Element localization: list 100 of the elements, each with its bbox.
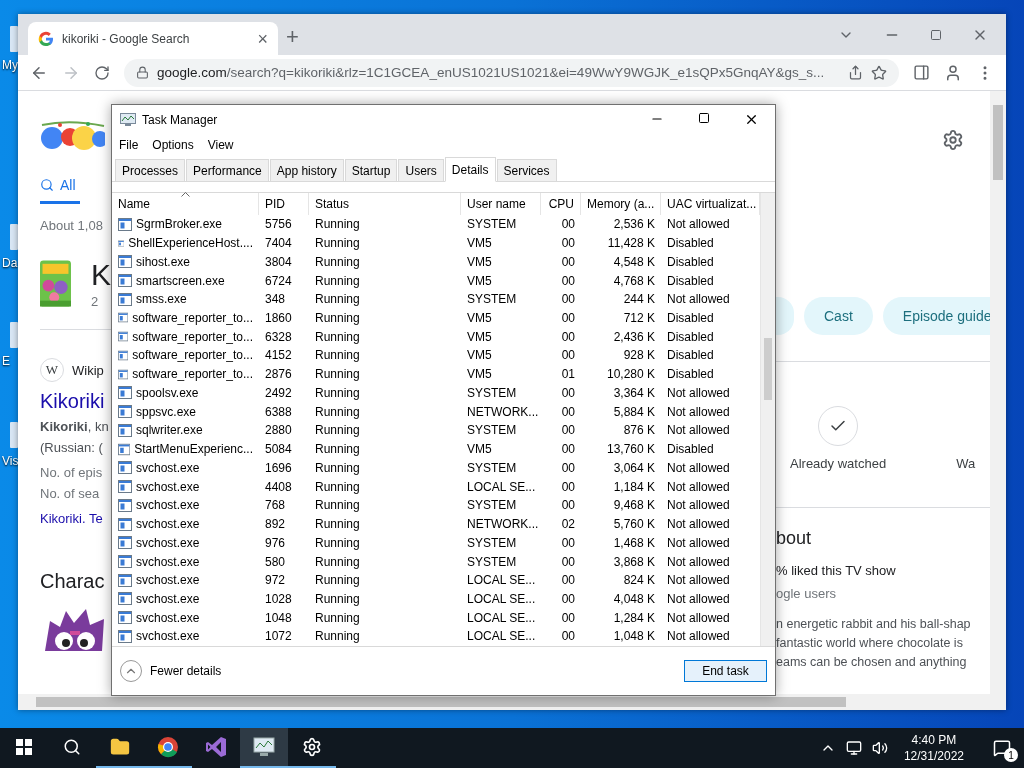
table-cell-text: LOCAL SE... (466, 479, 537, 494)
desktop-icon-label[interactable]: Vis (2, 454, 19, 468)
table-cell-text: 976 (264, 535, 287, 550)
table-cell-text: Not allowed (666, 517, 731, 532)
table-cell-text: 3,064 K (612, 460, 656, 475)
table-cell-text: 1,184 K (612, 479, 656, 494)
table-cell-text: Not allowed (666, 217, 731, 232)
more-link[interactable]: Kikoriki. Te (40, 511, 111, 526)
table-cell: software_reporter_to... (112, 329, 259, 344)
maximize-icon[interactable] (698, 112, 710, 124)
table-cell-text: Running (314, 573, 361, 588)
search-icon (40, 178, 54, 192)
close-icon[interactable] (744, 112, 759, 127)
fewer-details-link[interactable]: Fewer details (150, 664, 222, 678)
star-icon[interactable] (871, 64, 887, 81)
end-task-button[interactable]: End task (684, 660, 767, 682)
tab[interactable]: Services (496, 159, 557, 181)
table-cell-text: 6328 (264, 329, 293, 344)
message-icon (993, 739, 1011, 757)
result-link[interactable]: Kikoriki (40, 390, 111, 413)
lock-icon (136, 66, 149, 79)
table-cell-text: 1072 (264, 629, 293, 644)
table-cell-text: 1696 (264, 460, 293, 475)
table-cell-text: SYSTEM (466, 423, 518, 438)
table-cell-text: 00 (560, 348, 576, 363)
tab[interactable]: Startup (344, 159, 398, 181)
tab[interactable]: Processes (115, 159, 186, 181)
column-header[interactable]: Status (309, 193, 461, 215)
notifications-button[interactable]: 1 (980, 728, 1024, 768)
side-panel-icon[interactable] (913, 64, 930, 81)
column-header[interactable]: User name (461, 193, 541, 215)
share-icon[interactable] (848, 65, 863, 80)
reload-icon[interactable] (94, 64, 110, 81)
table-cell-text: Disabled (666, 310, 715, 325)
table-cell-text: 00 (560, 573, 576, 588)
new-tab-button[interactable]: + (286, 25, 299, 48)
address-bar[interactable]: google.com/search?q=kikoriki&rlz=1C1GCEA_enUS1021US1021&ei=49WwY9WGJK_e1sQPx5GnqAY&gs_s... (124, 58, 899, 87)
desktop-icon-label[interactable]: My (2, 58, 18, 72)
table-cell-text: 9,468 K (612, 498, 656, 513)
table-cell-text: SYSTEM (466, 554, 518, 569)
table-cell-text: Not allowed (666, 629, 731, 644)
table-cell-text: VM5 (466, 348, 493, 363)
table-cell-text: VM5 (466, 236, 493, 251)
tab[interactable]: App history (269, 159, 344, 181)
table-cell: svchost.exe (112, 460, 259, 475)
table-cell-text: 892 (264, 517, 287, 532)
table-cell-text: NETWORK... (466, 517, 540, 532)
column-header[interactable]: Memory (a... (581, 193, 661, 215)
table-cell: smartscreen.exe (112, 273, 259, 288)
exe-icon (118, 367, 129, 381)
table-cell-text: Not allowed (666, 554, 731, 569)
table-cell-text: SYSTEM (466, 217, 518, 232)
table-cell: smss.exe (112, 292, 259, 307)
table-cell-text: Not allowed (666, 423, 731, 438)
column-header[interactable]: CPU (541, 193, 581, 215)
profile-icon[interactable] (944, 63, 962, 82)
filter-chip[interactable]: Cast (804, 297, 873, 335)
menu-item[interactable]: View (207, 138, 234, 152)
column-header[interactable]: PID (259, 193, 309, 215)
menu-item[interactable]: File (119, 138, 139, 152)
table-cell-text: 4,548 K (612, 254, 656, 269)
desktop-icon-label[interactable]: E (2, 354, 10, 368)
table-cell-text: Not allowed (666, 535, 731, 550)
table-cell-text: Not allowed (666, 592, 731, 606)
table-cell-text: 1028 (264, 592, 293, 606)
exe-icon (118, 555, 132, 568)
table-cell: svchost.exe (112, 535, 259, 550)
settings-icon[interactable] (942, 129, 964, 151)
table-cell: sppsvc.exe (112, 404, 259, 419)
table-cell-text: 1,284 K (612, 610, 656, 625)
tab[interactable]: Users (398, 159, 444, 181)
tab-close-button[interactable]: × (257, 29, 268, 48)
desktop-icon-label[interactable]: Da (2, 256, 18, 270)
table-cell-text: 5084 (264, 442, 293, 457)
window-title: Task Manager (142, 112, 218, 127)
exe-icon (118, 461, 132, 475)
menu-item[interactable]: Options (152, 138, 194, 152)
table-cell-text: Not allowed (666, 404, 731, 419)
table-cell-text: VM5 (466, 329, 493, 344)
network-icon[interactable] (845, 740, 862, 756)
table-cell: sihost.exe (112, 254, 259, 269)
table-cell-text: SYSTEM (466, 535, 518, 550)
table-cell-text: 00 (560, 554, 576, 569)
browser-tab[interactable]: kikoriki - Google Search × (28, 22, 278, 55)
clock[interactable]: 4:40 PM 12/31/2022 (897, 732, 970, 764)
tab[interactable]: Details (444, 157, 496, 182)
table-cell-text: 00 (560, 610, 576, 625)
exe-icon (118, 480, 132, 494)
task-manager-icon[interactable] (240, 728, 288, 768)
table-cell: sqlwriter.exe (112, 423, 259, 438)
table-cell-text: 1048 (264, 610, 293, 625)
table-cell-text: 7404 (264, 236, 293, 251)
volume-icon[interactable] (871, 740, 888, 756)
exe-icon (118, 274, 132, 287)
tab[interactable]: Performance (186, 159, 269, 181)
table-cell-text: Not allowed (666, 460, 731, 475)
column-header[interactable]: Name (112, 193, 259, 215)
all-tab[interactable]: All (40, 177, 80, 204)
result-snippet: Kikoriki, kn (40, 419, 110, 434)
table-cell-text: 13,760 K (605, 442, 656, 457)
